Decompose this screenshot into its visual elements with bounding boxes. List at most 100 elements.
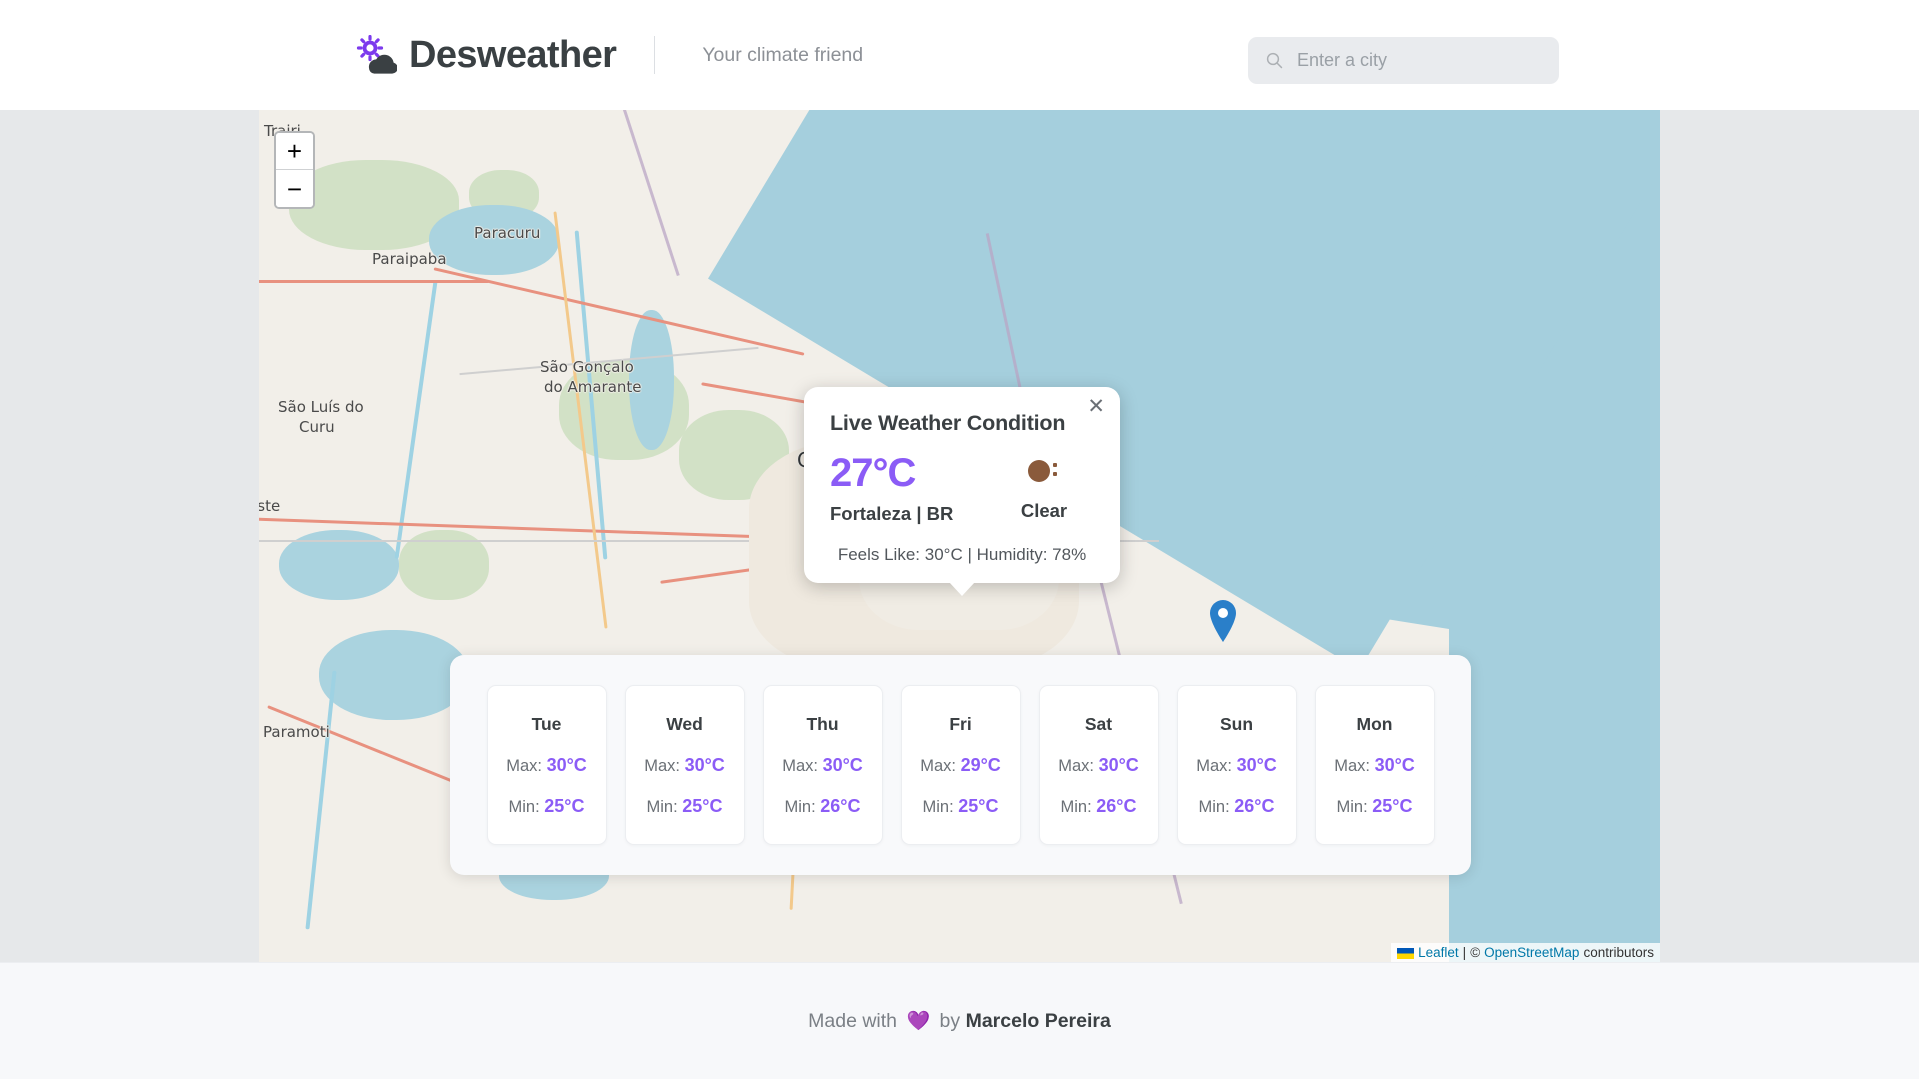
sun-cloud-icon	[355, 35, 397, 75]
forecast-max-label: Max:	[1334, 757, 1370, 775]
live-weather-popup: ✕ Live Weather Condition 27°C Fortaleza …	[804, 387, 1120, 583]
search-icon	[1266, 52, 1283, 69]
forecast-day-name: Tue	[532, 714, 562, 735]
forecast-day-name: Mon	[1357, 714, 1393, 735]
forecast-min-row: Min: 25°C	[1337, 796, 1413, 817]
popup-primary-info: 27°C Fortaleza | BR	[830, 452, 980, 525]
forecast-max-label: Max:	[1196, 757, 1232, 775]
forecast-max-label: Max:	[506, 757, 542, 775]
forecast-day-card[interactable]: Wed Max: 30°C Min: 25°C	[625, 685, 745, 845]
forecast-max-row: Max: 29°C	[920, 755, 1001, 776]
map-water	[629, 310, 674, 450]
search-input[interactable]	[1297, 50, 1537, 71]
forecast-max-label: Max:	[1058, 757, 1094, 775]
forecast-max-value: 30°C	[547, 755, 587, 775]
forecast-day-card[interactable]: Mon Max: 30°C Min: 25°C	[1315, 685, 1435, 845]
header-divider	[654, 36, 655, 74]
app-header: Desweather Your climate friend	[0, 0, 1919, 110]
forecast-max-row: Max: 30°C	[1334, 755, 1415, 776]
footer-by: by	[940, 1010, 961, 1032]
forecast-min-value: 26°C	[1234, 796, 1274, 816]
map-region: Trairi Paracuru Paraipaba São Gonçalo do…	[0, 110, 1919, 962]
forecast-min-value: 25°C	[958, 796, 998, 816]
footer-author: Marcelo Pereira	[966, 1010, 1111, 1032]
city-search-box[interactable]	[1248, 37, 1559, 84]
forecast-panel: Tue Max: 30°C Min: 25°C Wed Max: 30°C Mi…	[450, 655, 1471, 875]
forecast-min-label: Min:	[509, 798, 540, 816]
contributors-label: contributors	[1583, 945, 1654, 960]
forecast-day-card[interactable]: Thu Max: 30°C Min: 26°C	[763, 685, 883, 845]
attribution-separator: |	[1463, 945, 1467, 960]
forecast-min-value: 26°C	[1096, 796, 1136, 816]
forecast-max-row: Max: 30°C	[1196, 755, 1277, 776]
forecast-max-row: Max: 30°C	[1058, 755, 1139, 776]
forecast-day-name: Thu	[806, 714, 838, 735]
forecast-min-value: 26°C	[820, 796, 860, 816]
forecast-min-value: 25°C	[682, 796, 722, 816]
forecast-max-value: 30°C	[685, 755, 725, 775]
popup-title: Live Weather Condition	[830, 411, 1094, 436]
forecast-min-row: Min: 26°C	[1199, 796, 1275, 817]
popup-body: 27°C Fortaleza | BR Clear	[830, 452, 1094, 525]
forecast-day-name: Sat	[1085, 714, 1112, 735]
forecast-max-value: 30°C	[1099, 755, 1139, 775]
app-footer: Made with 💜 by Marcelo Pereira	[0, 962, 1919, 1079]
forecast-max-row: Max: 30°C	[644, 755, 725, 776]
forecast-max-label: Max:	[782, 757, 818, 775]
ukraine-flag-icon	[1397, 947, 1414, 958]
map-water	[429, 205, 559, 275]
footer-credit: Made with 💜 by Marcelo Pereira	[808, 1009, 1111, 1033]
current-condition: Clear	[996, 500, 1092, 522]
forecast-day-card[interactable]: Fri Max: 29°C Min: 25°C	[901, 685, 1021, 845]
forecast-day-name: Wed	[666, 714, 703, 735]
forecast-min-label: Min:	[647, 798, 678, 816]
current-temperature: 27°C	[830, 452, 980, 494]
forecast-min-label: Min:	[1061, 798, 1092, 816]
header-tagline: Your climate friend	[702, 44, 863, 67]
forecast-min-value: 25°C	[544, 796, 584, 816]
forecast-max-label: Max:	[644, 757, 680, 775]
map-road	[259, 280, 489, 283]
current-location: Fortaleza | BR	[830, 503, 980, 525]
purple-heart-icon: 💜	[906, 1011, 930, 1032]
popup-meta-info: Feels Like: 30°C | Humidity: 78%	[830, 545, 1094, 565]
map-zoom-control[interactable]: + −	[274, 131, 315, 209]
forecast-min-value: 25°C	[1372, 796, 1412, 816]
leaflet-link[interactable]: Leaflet	[1418, 945, 1459, 960]
openstreetmap-link[interactable]: OpenStreetMap	[1484, 945, 1579, 960]
zoom-in-button[interactable]: +	[276, 133, 313, 170]
copyright-symbol: ©	[1470, 945, 1480, 960]
forecast-max-value: 30°C	[823, 755, 863, 775]
forecast-max-label: Max:	[920, 757, 956, 775]
forecast-day-card[interactable]: Sun Max: 30°C Min: 26°C	[1177, 685, 1297, 845]
close-icon[interactable]: ✕	[1087, 396, 1105, 417]
footer-made-with: Made with	[808, 1010, 897, 1032]
forecast-min-label: Min:	[1337, 798, 1368, 816]
forecast-day-name: Fri	[949, 714, 971, 735]
brand-name: Desweather	[409, 34, 616, 77]
forecast-min-row: Min: 25°C	[509, 796, 585, 817]
forecast-day-card[interactable]: Tue Max: 30°C Min: 25°C	[487, 685, 607, 845]
forecast-min-row: Min: 26°C	[785, 796, 861, 817]
popup-condition-info: Clear	[996, 452, 1092, 522]
forecast-min-row: Min: 26°C	[1061, 796, 1137, 817]
forecast-max-value: 29°C	[961, 755, 1001, 775]
app-root: Desweather Your climate friend	[0, 0, 1919, 1079]
forecast-day-card[interactable]: Sat Max: 30°C Min: 26°C	[1039, 685, 1159, 845]
map-attribution: Leaflet | © OpenStreetMap contributors	[1391, 943, 1660, 962]
forecast-min-label: Min:	[923, 798, 954, 816]
forecast-min-label: Min:	[785, 798, 816, 816]
forecast-min-label: Min:	[1199, 798, 1230, 816]
forecast-day-name: Sun	[1220, 714, 1253, 735]
forecast-max-value: 30°C	[1237, 755, 1277, 775]
forecast-min-row: Min: 25°C	[647, 796, 723, 817]
forecast-max-row: Max: 30°C	[782, 755, 863, 776]
clear-sun-icon	[1024, 456, 1064, 486]
forecast-max-value: 30°C	[1375, 755, 1415, 775]
forecast-min-row: Min: 25°C	[923, 796, 999, 817]
location-pin-icon[interactable]	[1208, 599, 1238, 643]
map-water	[319, 630, 469, 720]
forecast-max-row: Max: 30°C	[506, 755, 587, 776]
brand-logo[interactable]: Desweather	[355, 34, 616, 77]
zoom-out-button[interactable]: −	[276, 170, 313, 207]
